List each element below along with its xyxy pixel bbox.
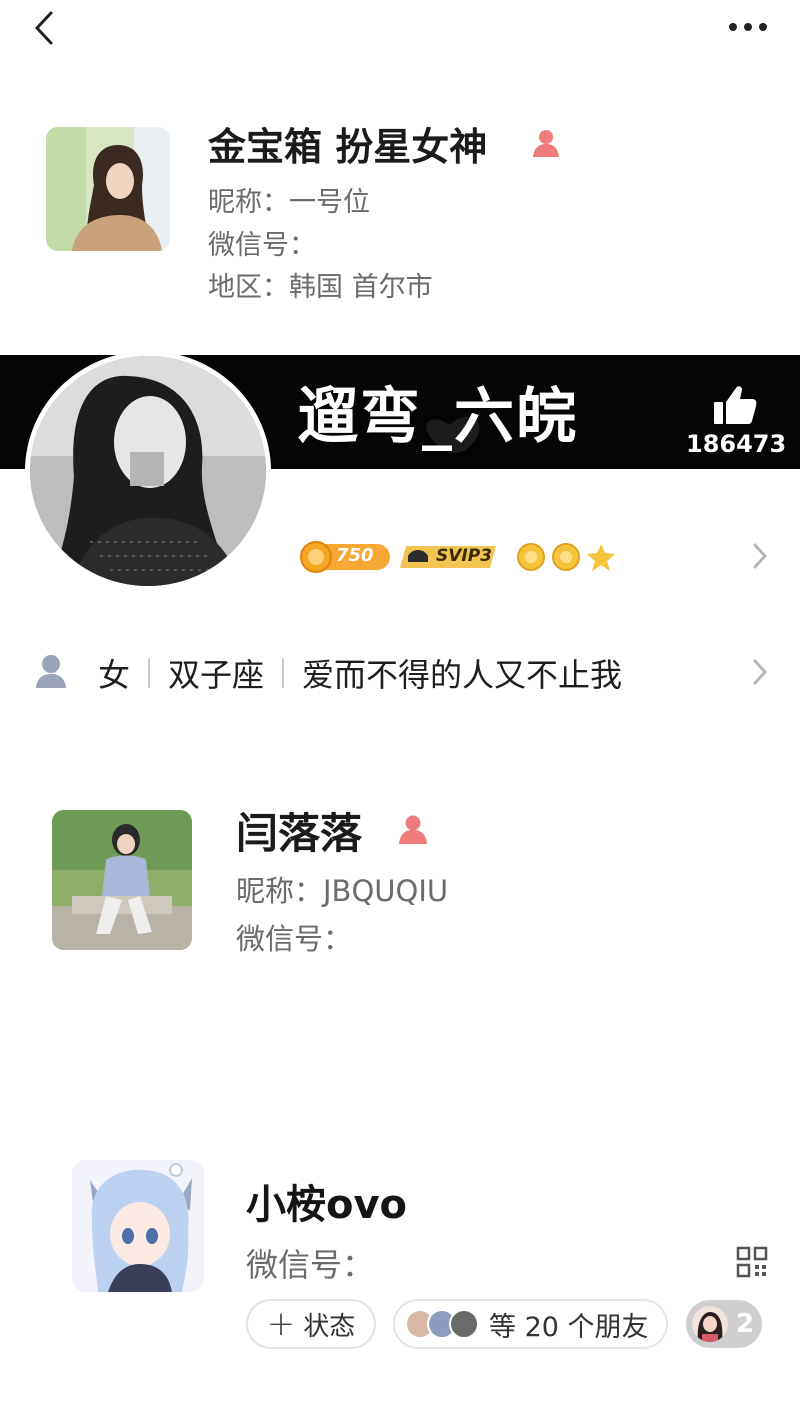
profile1-wechat-id: 微信号： bbox=[208, 230, 316, 261]
profile2-badges[interactable]: 750 SVIP3 bbox=[296, 538, 626, 576]
profile2-avatar[interactable] bbox=[25, 351, 271, 591]
sun-level-icon bbox=[518, 544, 544, 570]
profile4-wechat-id: 微信号： bbox=[246, 1246, 375, 1284]
profile1-region: 地区：韩国 首尔市 bbox=[208, 272, 433, 303]
profile3-wechat-id: 微信号： bbox=[236, 922, 353, 956]
avatar bbox=[449, 1309, 479, 1339]
gender-label: 女 bbox=[98, 656, 131, 694]
like-count: 186473 bbox=[686, 430, 787, 458]
chevron-right-icon[interactable] bbox=[748, 540, 772, 572]
profile1-avatar[interactable] bbox=[46, 127, 170, 251]
divider bbox=[148, 658, 151, 688]
profile3-avatar[interactable] bbox=[52, 810, 192, 950]
back-button[interactable] bbox=[24, 8, 64, 48]
chevron-right-icon[interactable] bbox=[748, 656, 772, 688]
ellipsis-icon bbox=[729, 23, 767, 31]
profile3-nickname: 昵称：JBQUQIU bbox=[236, 874, 449, 908]
person-icon bbox=[34, 653, 68, 689]
avatar bbox=[692, 1306, 728, 1342]
plus-icon: + bbox=[266, 1304, 296, 1344]
svip-badge: SVIP3 bbox=[436, 546, 493, 566]
more-button[interactable] bbox=[720, 12, 776, 42]
add-status-button[interactable]: + 状态 bbox=[246, 1299, 376, 1349]
chevron-left-icon bbox=[35, 11, 53, 45]
qr-code-icon[interactable] bbox=[736, 1246, 768, 1278]
coin-badge: 750 bbox=[336, 545, 374, 566]
profile4-name: 小桉ovo bbox=[246, 1182, 408, 1228]
female-person-icon bbox=[530, 127, 562, 159]
profile3-name: 闫落落 bbox=[236, 809, 363, 858]
status-count: 2 bbox=[736, 1309, 755, 1339]
signature-label: 爱而不得的人又不止我 bbox=[302, 656, 623, 694]
status-count-badge[interactable]: 2 bbox=[686, 1300, 762, 1348]
friend-avatars bbox=[405, 1309, 479, 1339]
thumbs-up-icon[interactable] bbox=[712, 384, 758, 426]
star-level-icon bbox=[588, 544, 614, 570]
profile1-name: 金宝箱 扮星女神 bbox=[208, 125, 488, 169]
profile4-avatar[interactable] bbox=[72, 1160, 204, 1292]
female-person-icon bbox=[396, 812, 430, 846]
zodiac-label: 双子座 bbox=[168, 656, 265, 694]
friends-label: 等 20 个朋友 bbox=[489, 1311, 649, 1343]
sun-level-icon bbox=[553, 544, 579, 570]
profile2-name: 遛弯_六皖 bbox=[298, 382, 578, 452]
friends-status-pill[interactable]: 等 20 个朋友 bbox=[393, 1299, 668, 1349]
profile2-info-row[interactable]: 女 双子座 爱而不得的人又不止我 bbox=[98, 650, 622, 696]
divider bbox=[282, 658, 285, 688]
profile1-nickname: 昵称：一号位 bbox=[208, 187, 370, 218]
status-label: 状态 bbox=[303, 1311, 356, 1342]
